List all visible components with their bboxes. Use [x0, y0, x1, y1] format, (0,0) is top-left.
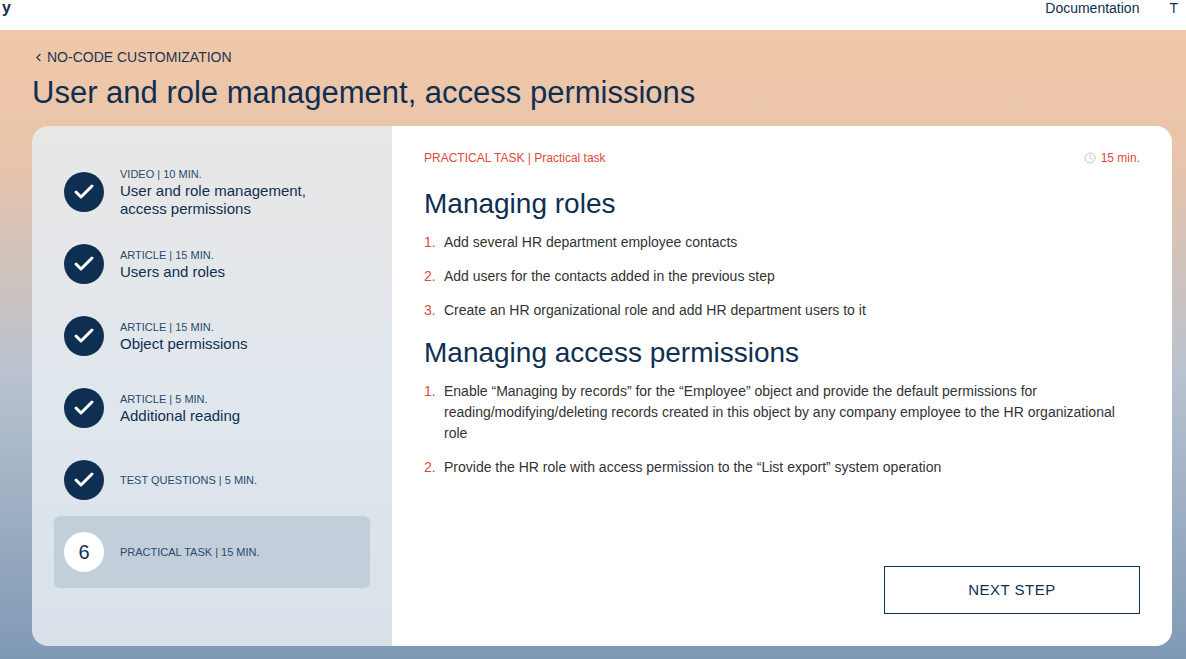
step-item[interactable]: TEST QUESTIONS | 5 MIN.: [54, 444, 370, 516]
completed-check-icon: [64, 388, 104, 428]
step-title: Additional reading: [120, 407, 240, 425]
section-heading: Managing access permissions: [424, 335, 1140, 371]
logo[interactable]: y: [0, 0, 11, 16]
step-item[interactable]: ARTICLE | 15 MIN.Object permissions: [54, 300, 370, 372]
item-text: Create an HR organizational role and add…: [444, 300, 866, 321]
step-title: Object permissions: [120, 335, 248, 353]
task-section: Managing roles 1. Add several HR departmen…: [424, 186, 1140, 321]
step-type: VIDEO | 10 MIN.: [120, 166, 340, 182]
item-number: 1.: [424, 381, 436, 444]
item-text: Add users for the contacts added in the …: [444, 266, 775, 287]
item-number: 2.: [424, 457, 436, 478]
completed-check-icon: [64, 172, 104, 212]
step-type: ARTICLE | 15 MIN.: [120, 247, 225, 263]
page: y Documentation T NO-CODE CUSTOMIZATION User…: [0, 0, 1186, 659]
task-section: Managing access permissions 1.Enable “Man…: [424, 335, 1140, 478]
item-text: Add several HR department employee conta…: [444, 232, 737, 253]
item-text: Provide the HR role with access permissi…: [444, 457, 941, 478]
nav-link[interactable]: T: [1169, 0, 1178, 16]
task-item: 1. Add several HR department employee con…: [424, 232, 1140, 253]
main-area: NO-CODE CUSTOMIZATION User and role manag…: [0, 30, 1186, 659]
section-heading: Managing roles: [424, 186, 1140, 222]
step-type: TEST QUESTIONS | 5 MIN.: [120, 472, 257, 488]
item-number: 1.: [424, 232, 436, 253]
item-number: 3.: [424, 300, 436, 321]
page-title: User and role management, access permiss…: [32, 74, 1172, 112]
task-item: 2. Provide the HR role with access permis…: [424, 457, 1140, 478]
completed-check-icon: [64, 460, 104, 500]
step-type: ARTICLE | 5 MIN.: [120, 391, 240, 407]
step-type: PRACTICAL TASK | 15 MIN.: [120, 544, 260, 560]
breadcrumb[interactable]: NO-CODE CUSTOMIZATION: [32, 30, 1172, 66]
chevron-left-icon: [32, 51, 45, 64]
top-bar: y Documentation T: [0, 0, 1186, 30]
step-item[interactable]: 6 PRACTICAL TASK | 15 MIN.: [54, 516, 370, 588]
step-number: 6: [64, 532, 104, 572]
task-item: 2. Add users for the contacts added in th…: [424, 266, 1140, 287]
steps-sidebar: VIDEO | 10 MIN.User and role management,…: [32, 126, 392, 646]
step-title: User and role management, access permiss…: [120, 182, 340, 218]
step-item[interactable]: VIDEO | 10 MIN.User and role management,…: [54, 156, 370, 228]
completed-check-icon: [64, 316, 104, 356]
item-number: 2.: [424, 266, 436, 287]
next-step-button[interactable]: NEXT STEP: [884, 566, 1140, 614]
clock-icon: [1084, 152, 1096, 164]
nav-link[interactable]: Documentation: [1045, 0, 1139, 16]
step-item[interactable]: ARTICLE | 5 MIN.Additional reading: [54, 372, 370, 444]
task-panel: PRACTICAL TASK | Practical task 15 min. Ma…: [392, 126, 1172, 646]
task-duration: 15 min.: [1084, 150, 1140, 166]
task-item: 1.Enable “Managing by records” for the “…: [424, 381, 1140, 444]
task-label: PRACTICAL TASK | Practical task: [424, 150, 606, 166]
completed-check-icon: [64, 244, 104, 284]
step-type: ARTICLE | 15 MIN.: [120, 319, 248, 335]
task-item: 3. Create an HR organizational role and a…: [424, 300, 1140, 321]
step-item[interactable]: ARTICLE | 15 MIN.Users and roles: [54, 228, 370, 300]
step-title: Users and roles: [120, 263, 225, 281]
item-text: Enable “Managing by records” for the “Em…: [444, 381, 1140, 444]
lesson-card: VIDEO | 10 MIN.User and role management,…: [32, 126, 1172, 646]
